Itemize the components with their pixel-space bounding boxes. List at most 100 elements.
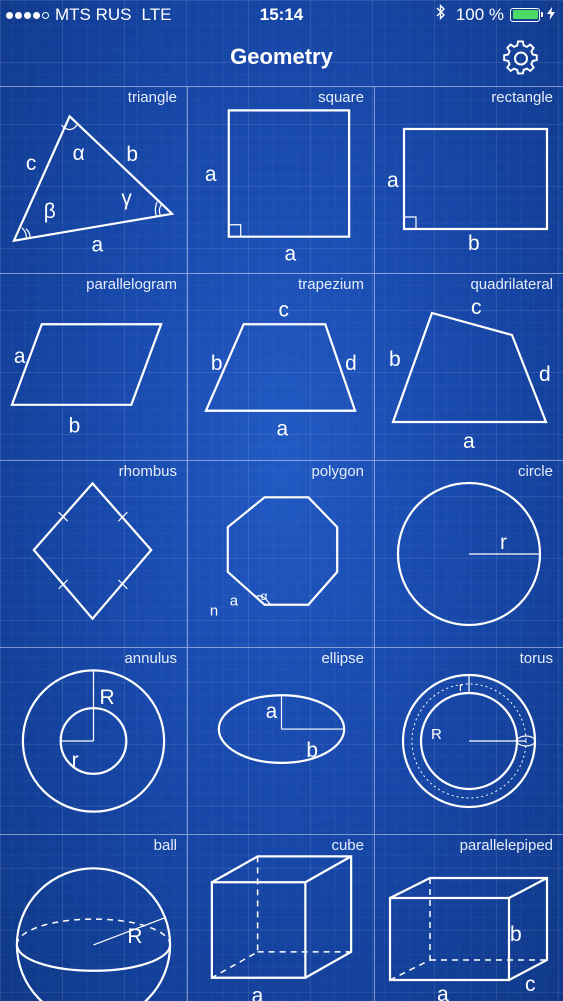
trapezium-outline — [206, 324, 355, 411]
torus-diagram: R r — [375, 648, 563, 835]
shape-cell-annulus[interactable]: annulus R r — [0, 648, 188, 835]
angle-label-alpha: α — [73, 142, 85, 165]
side-label-b: b — [389, 348, 401, 371]
angle-arc-gamma — [155, 202, 157, 216]
cube-front-face — [212, 882, 305, 977]
side-label-a: a — [284, 243, 296, 266]
parallelogram-diagram: a b — [0, 274, 187, 438]
parallelogram-outline — [12, 324, 161, 405]
angle-label-beta: β — [44, 200, 56, 223]
equator-front — [17, 945, 170, 971]
edge-label-a: a — [252, 985, 264, 1001]
battery-icon — [510, 7, 540, 22]
battery-percentage: 100 % — [455, 4, 504, 24]
edge-label-b: b — [510, 923, 522, 946]
side-label-a: a — [230, 594, 239, 610]
shape-cell-ellipse[interactable]: ellipse a b — [188, 648, 375, 835]
circle-diagram: r — [375, 461, 563, 648]
inner-radius-label: r — [72, 749, 79, 772]
angle-label-alpha: α — [261, 589, 268, 603]
semi-axis-label-a: a — [266, 700, 278, 723]
cube-back-edges — [212, 856, 351, 977]
annulus-diagram: R r — [0, 648, 187, 835]
status-bar: MTS RUS LTE 15:14 100 % — [0, 0, 563, 30]
rectangle-diagram: a b — [387, 87, 563, 255]
side-label-d: d — [345, 352, 357, 375]
shape-cell-triangle[interactable]: triangle c b a α β γ — [0, 87, 188, 274]
side-label-b: b — [126, 143, 138, 166]
rectangle-outline — [404, 129, 547, 229]
shape-cell-circle[interactable]: circle r — [375, 461, 563, 648]
equator-back — [17, 919, 170, 945]
shape-cell-parallelepiped[interactable]: parallelepiped b a c — [375, 835, 563, 1001]
status-right: 100 % — [436, 3, 555, 25]
radius-label: r — [500, 531, 507, 554]
sphere-outline — [17, 868, 170, 1001]
triangle-outline — [14, 116, 172, 240]
shape-cell-square[interactable]: square a a — [188, 87, 375, 274]
square-outline — [229, 110, 349, 236]
shape-cell-polygon[interactable]: polygon n a α — [188, 461, 375, 648]
radius-label: R — [127, 925, 142, 948]
gear-icon — [503, 40, 538, 75]
label-n: n — [210, 604, 218, 620]
angle-arc-gamma-2 — [159, 205, 161, 215]
polygon-diagram: n a α — [210, 461, 374, 620]
side-label-b: b — [211, 352, 223, 375]
settings-button[interactable] — [503, 40, 539, 76]
shapes-grid: triangle c b a α β γ square a a rectangl… — [0, 86, 563, 1001]
box-back-edges — [390, 878, 547, 980]
rhombus-outline — [34, 483, 151, 618]
side-label-c: c — [26, 152, 36, 175]
side-label-a: a — [205, 163, 217, 186]
side-label-a: a — [92, 234, 104, 257]
side-label-a: a — [14, 345, 26, 368]
side-label-a: a — [277, 418, 289, 441]
box-front-face — [390, 898, 509, 980]
right-angle-mark — [404, 217, 416, 229]
cube-top-edge — [305, 856, 351, 882]
shape-cell-torus[interactable]: torus R r — [375, 648, 563, 835]
bluetooth-icon — [436, 3, 446, 25]
ellipse-diagram: a b — [188, 648, 374, 835]
shape-cell-ball[interactable]: ball R — [0, 835, 188, 1001]
shape-cell-trapezium[interactable]: trapezium c b d a — [188, 274, 375, 461]
shape-cell-rectangle[interactable]: rectangle a b — [375, 87, 563, 274]
side-label-d: d — [539, 363, 551, 386]
shape-cell-parallelogram[interactable]: parallelogram a b — [0, 274, 188, 461]
quadrilateral-outline — [393, 313, 546, 422]
side-label-c: c — [471, 296, 482, 319]
box-top-edge — [509, 878, 547, 898]
rhombus-diagram — [0, 461, 187, 648]
side-label-a: a — [463, 430, 475, 453]
box-hidden-edges — [390, 878, 430, 980]
side-label-c: c — [279, 298, 289, 321]
cube-hidden-edges — [212, 856, 258, 977]
outer-radius-label: R — [99, 686, 114, 709]
cube-diagram: a — [188, 835, 374, 1001]
shape-cell-rhombus[interactable]: rhombus — [0, 461, 188, 648]
square-diagram: a a — [205, 87, 374, 266]
battery-fill — [512, 10, 538, 19]
navigation-bar: Geometry — [0, 30, 563, 86]
edge-label-a: a — [437, 983, 449, 1001]
angle-label-gamma: γ — [121, 187, 132, 210]
side-label-b: b — [468, 232, 480, 255]
major-radius-label: R — [431, 726, 442, 743]
quadrilateral-diagram: c b d a — [389, 296, 551, 453]
edge-label-c: c — [525, 973, 536, 996]
shape-cell-cube[interactable]: cube a — [188, 835, 375, 1001]
trapezium-diagram: c b d a — [188, 298, 357, 441]
side-label-a: a — [387, 169, 399, 192]
parallelepiped-diagram: b a c — [375, 835, 563, 1001]
charging-bolt-icon — [547, 6, 555, 23]
page-title: Geometry — [230, 44, 333, 69]
battery-tip — [541, 12, 543, 17]
shape-cell-quadrilateral[interactable]: quadrilateral c b d a — [375, 274, 563, 461]
right-angle-mark — [229, 225, 241, 237]
side-label-b: b — [69, 415, 81, 438]
triangle-diagram: c b a α β γ — [0, 87, 187, 257]
ball-diagram: R — [0, 835, 187, 1001]
semi-axis-label-b: b — [306, 739, 318, 762]
minor-radius-label: r — [459, 680, 463, 694]
